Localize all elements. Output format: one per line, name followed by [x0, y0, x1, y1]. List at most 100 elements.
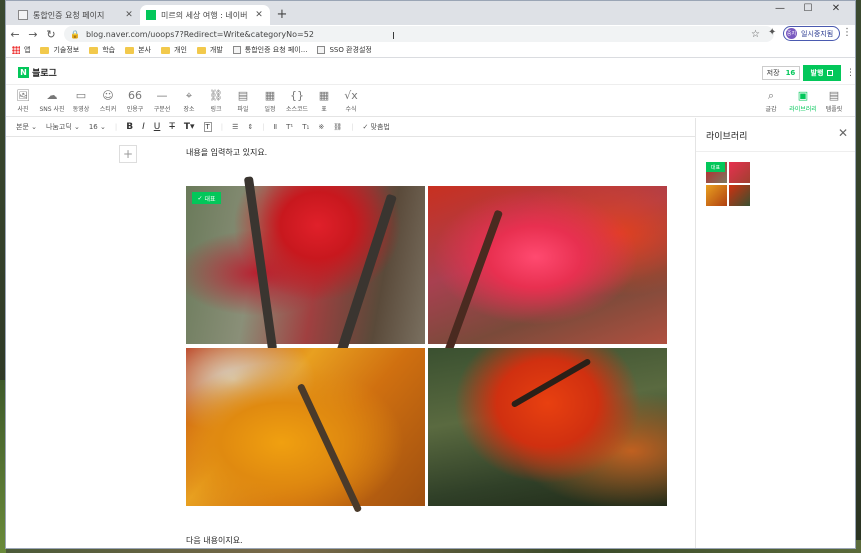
thumbnail-image[interactable]: [706, 185, 727, 206]
special-char-icon[interactable]: ※: [318, 123, 324, 131]
link-icon[interactable]: ⛓: [333, 123, 342, 131]
bookmark-label: 개발: [209, 46, 223, 54]
insert-video-button[interactable]: ▭ 동영상: [66, 89, 96, 113]
address-bar-row: ← → ↻ 🔒 blog.naver.com/uoops7?Redirect=W…: [6, 25, 855, 43]
photo-autumn-maple-3[interactable]: [186, 348, 425, 513]
insert-sns-photo-button[interactable]: ☁ SNS 사진: [37, 89, 67, 113]
new-tab-button[interactable]: +: [275, 7, 289, 22]
bookmark-label: 통합인증 요청 페이...: [244, 46, 308, 54]
thumbnail-image[interactable]: [729, 162, 750, 183]
paragraph-text[interactable]: 내용을 입력하고 있지요.: [186, 147, 267, 158]
paragraph-text[interactable]: 다음 내용이지요.: [186, 535, 243, 546]
bookmark-folder-study[interactable]: 학습: [89, 45, 115, 55]
publish-button[interactable]: 발행: [803, 65, 841, 81]
font-select[interactable]: 나눔고딕 ⌄: [46, 122, 80, 132]
superscript-icon[interactable]: T¹: [286, 123, 293, 131]
toolbar-divider: |: [262, 123, 265, 131]
text-style-select[interactable]: 본문 ⌄: [16, 122, 37, 132]
tab-label: 미르의 세상 여행 : 네이버 블로...: [161, 10, 248, 20]
close-window-button[interactable]: ✕: [822, 3, 850, 14]
avatar: 중지: [786, 28, 797, 39]
insert-file-button[interactable]: ▤ 파일: [228, 89, 258, 113]
align-icon[interactable]: ☰: [232, 123, 238, 131]
bookmark-sso-settings[interactable]: SSO 환경설정: [317, 45, 372, 55]
video-icon: ▭: [75, 89, 87, 102]
lock-icon[interactable]: 🔒: [70, 30, 80, 39]
bookmark-label: SSO 환경설정: [329, 46, 372, 54]
insert-quote-button[interactable]: 66 인용구: [120, 89, 150, 113]
photo-autumn-maple-1[interactable]: [186, 176, 425, 359]
thumbnail-image[interactable]: [729, 185, 750, 206]
line-height-icon[interactable]: ⇕: [247, 123, 253, 131]
page-icon: [232, 46, 241, 54]
editor-area[interactable]: + 내용을 입력하고 있지요. ✓ 대표 다음 내용이지요.: [6, 137, 695, 548]
url-text: blog.naver.com/uoops7?Redirect=Write&cat…: [85, 29, 314, 39]
back-icon[interactable]: ←: [6, 28, 24, 41]
photo-autumn-maple-2[interactable]: [428, 186, 667, 363]
tab-auth-request[interactable]: 통합인증 요청 페이지 ✕: [12, 5, 140, 25]
reload-icon[interactable]: ↻: [42, 28, 60, 41]
tool-label: 소스코드: [285, 106, 309, 113]
library-panel: 라이브러리 ✕ 대표: [695, 118, 855, 548]
bookmark-folder-tech[interactable]: 기술정보: [40, 45, 79, 55]
insert-divider-button[interactable]: — 구분선: [147, 89, 177, 113]
bookmark-apps[interactable]: 앱: [12, 45, 30, 55]
blog-title[interactable]: 블로그: [32, 66, 57, 79]
library-thumbnail-group[interactable]: 대표: [706, 162, 750, 206]
underline-icon[interactable]: U: [154, 122, 161, 132]
tool-label: 일정: [264, 106, 276, 113]
subscript-icon[interactable]: T₁: [302, 123, 309, 131]
save-button[interactable]: 저장 16: [762, 66, 800, 80]
folder-icon: [161, 46, 170, 54]
italic-icon[interactable]: I: [142, 122, 145, 132]
naver-logo[interactable]: N: [18, 67, 29, 78]
forward-icon[interactable]: →: [24, 28, 42, 41]
insert-photo-button[interactable]: 🖼 사진: [8, 89, 38, 113]
insert-formula-button[interactable]: √x 수식: [336, 89, 366, 113]
extensions-icon[interactable]: ✦: [768, 27, 776, 38]
sticker-icon: ☺: [102, 89, 114, 102]
bookmark-folder-personal[interactable]: 개인: [161, 45, 187, 55]
tab-naver-blog[interactable]: 미르의 세상 여행 : 네이버 블로... ✕: [140, 5, 270, 25]
photo-autumn-maple-4[interactable]: [428, 348, 667, 506]
library-button[interactable]: ▣ 라이브러리: [787, 89, 819, 113]
close-icon[interactable]: ✕: [254, 10, 264, 20]
spellcheck-button[interactable]: ✓ 맞춤법: [362, 122, 389, 132]
close-icon[interactable]: ✕: [124, 10, 134, 20]
bold-icon[interactable]: B: [126, 122, 133, 132]
strikethrough-icon[interactable]: T: [169, 122, 175, 132]
branch-shape: [334, 193, 398, 359]
representative-badge[interactable]: ✓ 대표: [192, 192, 221, 204]
insert-schedule-button[interactable]: ▦ 일정: [255, 89, 285, 113]
letter-spacing-icon[interactable]: Ⅱ: [274, 123, 277, 131]
text-color-icon[interactable]: T▾: [184, 122, 195, 132]
material-button[interactable]: ⌕ 글감: [756, 89, 786, 113]
toolbar-divider: |: [114, 123, 118, 131]
insert-place-button[interactable]: ⌖ 장소: [174, 89, 204, 113]
minimize-button[interactable]: —: [766, 3, 794, 14]
bookmark-auth-page[interactable]: 통합인증 요청 페이...: [232, 45, 308, 55]
profile-button[interactable]: 중지 일시중지됨: [783, 26, 841, 41]
tool-label: 라이브러리: [789, 106, 817, 113]
insert-sticker-button[interactable]: ☺ 스티커: [93, 89, 123, 113]
template-button[interactable]: ▤ 템플릿: [819, 89, 849, 113]
insert-link-button[interactable]: ⛓ 링크: [201, 89, 231, 113]
insert-sourcecode-button[interactable]: {} 소스코드: [282, 89, 312, 113]
more-icon[interactable]: ⋮: [846, 68, 855, 78]
insert-table-button[interactable]: ▦ 표: [309, 89, 339, 113]
tool-label: 파일: [237, 106, 249, 113]
bookmark-folder-hq[interactable]: 본사: [125, 45, 151, 55]
browser-menu-icon[interactable]: ⋮: [842, 27, 852, 38]
close-icon[interactable]: ✕: [838, 126, 848, 140]
save-count[interactable]: 16: [786, 69, 796, 77]
bookmark-star-icon[interactable]: ☆: [751, 29, 760, 40]
background-color-icon[interactable]: T: [203, 122, 212, 132]
folder-icon: [89, 46, 99, 54]
bookmark-folder-dev[interactable]: 개발: [196, 45, 223, 55]
add-component-button[interactable]: +: [119, 145, 137, 163]
maximize-button[interactable]: ☐: [794, 3, 822, 14]
tool-label: 동영상: [72, 106, 90, 113]
font-size-select[interactable]: 16 ⌄: [89, 123, 106, 131]
url-field[interactable]: 🔒 blog.naver.com/uoops7?Redirect=Write&c…: [64, 26, 774, 42]
spellcheck-label: 맞춤법: [370, 123, 390, 131]
